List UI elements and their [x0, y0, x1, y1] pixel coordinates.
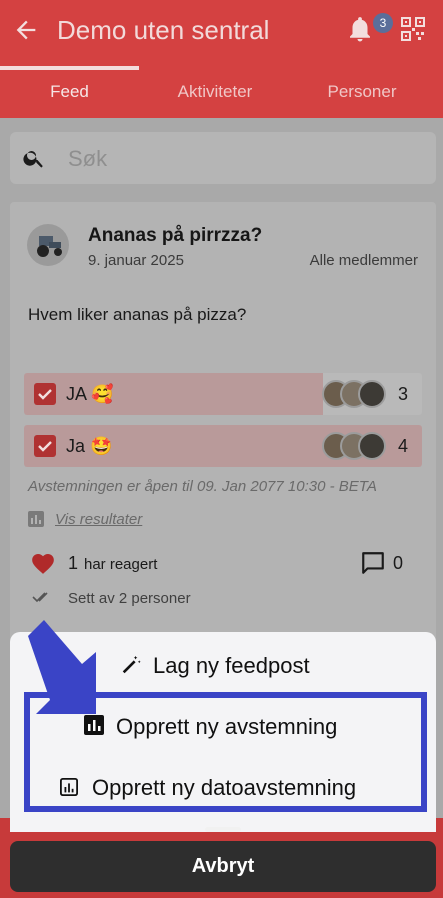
checkbox-checked-icon[interactable] [34, 383, 56, 405]
page-title: Demo uten sentral [57, 15, 270, 45]
checkbox-checked-icon[interactable] [34, 435, 56, 457]
post-date: 9. januar 2025 [88, 252, 184, 269]
tab-personer[interactable]: Personer [292, 82, 432, 102]
app-bar: Demo uten sentral 3 [0, 0, 443, 62]
show-results-link[interactable]: Vis resultater [55, 511, 142, 528]
avatar [358, 432, 386, 460]
poll-deadline-note: Avstemningen er åpen til 09. Jan 2077 10… [28, 478, 377, 495]
search-icon [23, 151, 43, 168]
post-audience: Alle medlemmer [309, 252, 418, 269]
tab-aktiviteter[interactable]: Aktiviteter [145, 82, 285, 102]
poll-option-count: 3 [397, 384, 408, 404]
seen-by-label: Sett av 2 personer [68, 590, 191, 607]
poll-option[interactable]: JA 🥰 3 [24, 373, 422, 415]
pointer-arrow-icon [28, 620, 96, 714]
bell-icon[interactable] [345, 14, 375, 44]
heart-icon[interactable] [30, 551, 56, 575]
comment-count: 0 [393, 553, 404, 573]
reaction-label: har reagert [84, 556, 158, 573]
voter-avatars [322, 432, 388, 460]
poll-option-label: JA 🥰 [66, 384, 114, 404]
tab-indicator [0, 66, 139, 70]
qr-scan-icon[interactable] [400, 16, 426, 42]
search-input[interactable]: Søk [68, 146, 107, 172]
sheet-drag-handle[interactable] [205, 827, 241, 832]
poll-option-count: 4 [397, 436, 408, 456]
double-check-icon [32, 592, 48, 603]
sheet-item-label: Lag ny feedpost [153, 653, 310, 678]
reaction-count: 1 [68, 553, 79, 573]
back-arrow-icon[interactable] [12, 16, 40, 44]
comment-icon[interactable] [360, 550, 386, 576]
poll-option-label: Ja 🤩 [66, 436, 113, 456]
post-title: Ananas på pirrzza? [88, 225, 263, 246]
avatar [27, 224, 69, 266]
poll-option[interactable]: Ja 🤩 4 [24, 425, 422, 467]
bar-chart-icon [28, 511, 44, 527]
cancel-button[interactable]: Avbryt [10, 841, 436, 892]
post-question: Hvem liker ananas på pizza? [28, 305, 247, 324]
tab-bar: Feed Aktiviteter Personer [0, 62, 443, 118]
voter-avatars [322, 380, 388, 408]
tractor-avatar-icon [37, 236, 62, 257]
avatar [358, 380, 386, 408]
search-bar[interactable]: Søk [10, 132, 436, 184]
notification-badge: 3 [373, 13, 393, 33]
tab-feed[interactable]: Feed [0, 82, 139, 102]
magic-pen-icon [122, 655, 141, 674]
feed-post-card: Ananas på pirrzza? 9. januar 2025 Alle m… [10, 202, 436, 642]
